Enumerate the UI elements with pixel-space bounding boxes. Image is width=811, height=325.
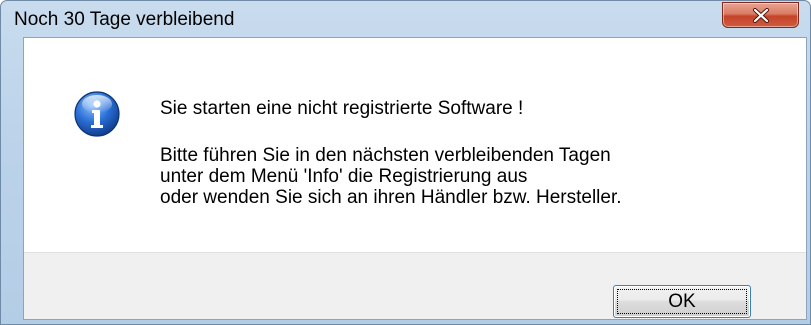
title-bar[interactable]: Noch 30 Tage verbleibend: [1, 1, 810, 33]
dialog-window: Noch 30 Tage verbleibend Sie starten ein…: [0, 0, 811, 325]
close-x-icon: [753, 8, 769, 23]
message-area: Sie starten eine nicht registrierte Soft…: [24, 38, 806, 252]
ok-button-label: OK: [668, 291, 696, 312]
button-footer: OK: [24, 252, 806, 319]
message-line-4: oder wenden Sie sich an ihren Händler bz…: [160, 187, 622, 208]
message-line-3: unter dem Menü 'Info' die Registrierung …: [160, 166, 528, 187]
dialog-client-area: Sie starten eine nicht registrierte Soft…: [23, 37, 807, 320]
message-line-2: Bitte führen Sie in den nächsten verblei…: [160, 145, 611, 166]
message-headline: Sie starten eine nicht registrierte Soft…: [160, 98, 524, 119]
info-icon: [74, 91, 120, 137]
window-title: Noch 30 Tage verbleibend: [14, 9, 235, 30]
ok-button[interactable]: OK: [613, 285, 751, 318]
close-button[interactable]: [722, 2, 799, 28]
